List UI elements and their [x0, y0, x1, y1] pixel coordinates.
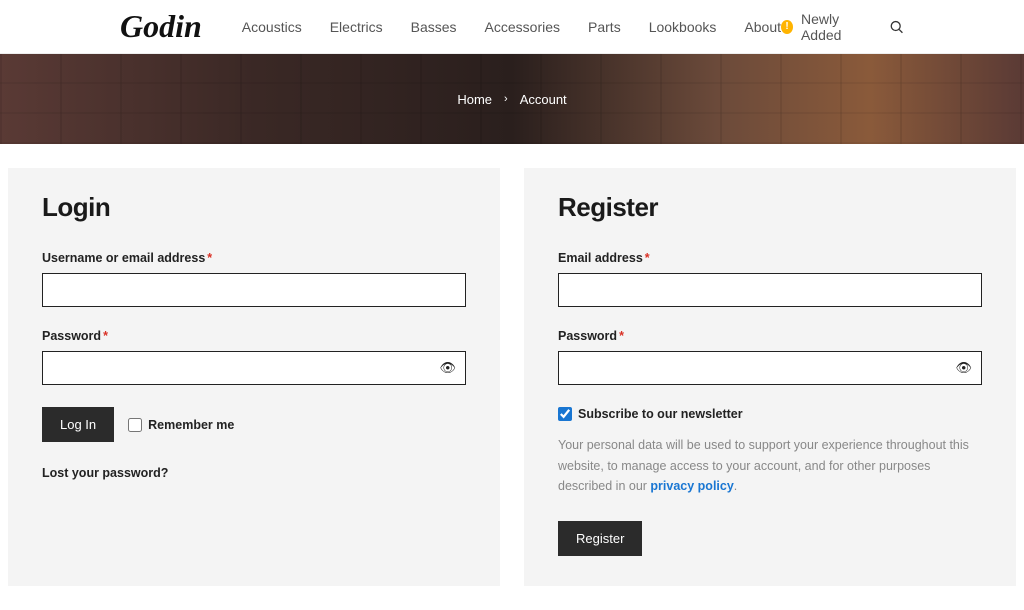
page-banner: Home › Account — [0, 54, 1024, 144]
register-email-input[interactable] — [558, 273, 982, 307]
login-password-input[interactable] — [42, 351, 466, 385]
nav-parts[interactable]: Parts — [588, 19, 621, 35]
nav-lookbooks[interactable]: Lookbooks — [649, 19, 717, 35]
login-button[interactable]: Log In — [42, 407, 114, 442]
login-username-label: Username or email address* — [42, 251, 466, 265]
register-password-label: Password* — [558, 329, 982, 343]
nav-electrics[interactable]: Electrics — [330, 19, 383, 35]
brand-logo[interactable]: Godin — [120, 8, 202, 45]
register-title: Register — [558, 192, 982, 223]
nav-about[interactable]: About — [744, 19, 781, 35]
register-password-input[interactable] — [558, 351, 982, 385]
register-button[interactable]: Register — [558, 521, 642, 556]
eye-icon[interactable]: 👁 — [955, 360, 972, 376]
privacy-policy-link[interactable]: privacy policy — [650, 479, 733, 493]
nav-acoustics[interactable]: Acoustics — [242, 19, 302, 35]
lost-password-link[interactable]: Lost your password? — [42, 466, 466, 480]
breadcrumb: Home › Account — [457, 92, 566, 107]
login-username-field: Username or email address* — [42, 251, 466, 307]
chevron-right-icon: › — [504, 93, 508, 105]
nav-newly-added[interactable]: Newly Added — [801, 11, 871, 43]
subscribe-label: Subscribe to our newsletter — [578, 407, 743, 421]
register-card: Register Email address* Password* 👁 Subs… — [524, 168, 1016, 586]
required-indicator: * — [207, 251, 212, 265]
required-indicator: * — [103, 329, 108, 343]
required-indicator: * — [645, 251, 650, 265]
nav-accessories[interactable]: Accessories — [485, 19, 560, 35]
register-email-field: Email address* — [558, 251, 982, 307]
remember-me-label: Remember me — [148, 418, 234, 432]
subscribe-checkbox[interactable] — [558, 407, 572, 421]
search-icon[interactable] — [889, 18, 904, 36]
login-password-label: Password* — [42, 329, 466, 343]
login-password-field: Password* 👁 — [42, 329, 466, 385]
info-icon: ! — [781, 20, 793, 34]
register-email-label: Email address* — [558, 251, 982, 265]
main-nav: Acoustics Electrics Basses Accessories P… — [242, 19, 781, 35]
login-username-input[interactable] — [42, 273, 466, 307]
register-password-field: Password* 👁 — [558, 329, 982, 385]
content: Login Username or email address* Passwor… — [0, 144, 1024, 610]
breadcrumb-home[interactable]: Home — [457, 92, 492, 107]
eye-icon[interactable]: 👁 — [439, 360, 456, 376]
privacy-text: Your personal data will be used to suppo… — [558, 435, 982, 497]
login-card: Login Username or email address* Passwor… — [8, 168, 500, 586]
remember-me-checkbox[interactable] — [128, 418, 142, 432]
nav-right: ! Newly Added — [781, 11, 904, 43]
login-title: Login — [42, 192, 466, 223]
site-header: Godin Acoustics Electrics Basses Accesso… — [0, 0, 1024, 54]
nav-basses[interactable]: Basses — [411, 19, 457, 35]
breadcrumb-current: Account — [520, 92, 567, 107]
required-indicator: * — [619, 329, 624, 343]
